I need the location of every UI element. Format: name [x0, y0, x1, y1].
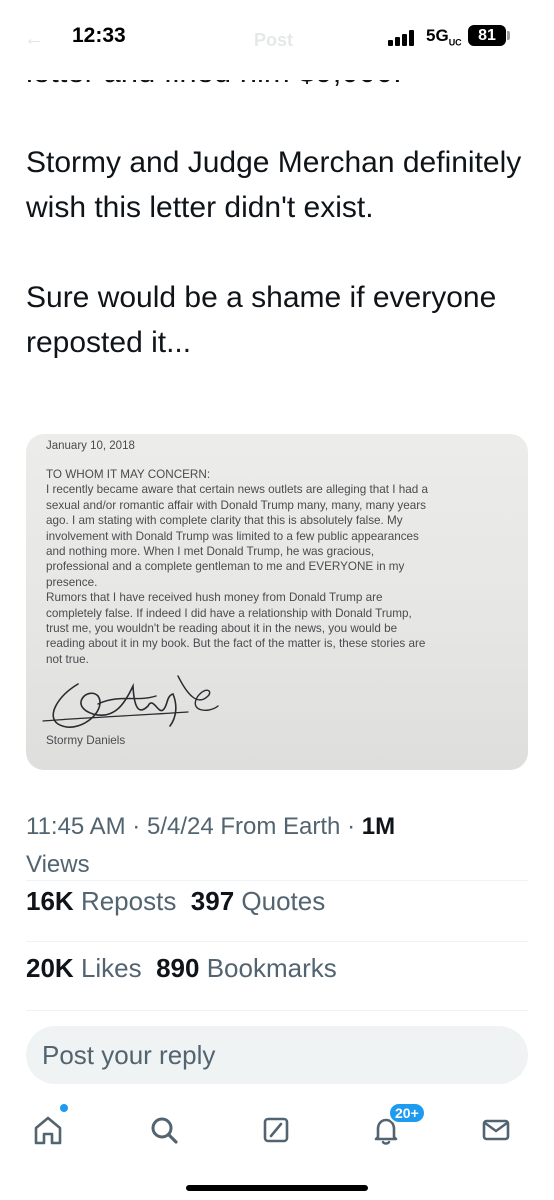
letter-line: professional and a complete gentleman to… — [46, 560, 405, 574]
likes-bookmarks-stats: 20K Likes 890 Bookmarks — [26, 953, 337, 984]
notifications-badge: 20+ — [388, 1102, 426, 1124]
letter-line: involvement with Donald Trump was limite… — [46, 529, 419, 543]
letter-body: TO WHOM IT MAY CONCERN: I recently becam… — [46, 467, 516, 667]
home-icon[interactable] — [28, 1110, 68, 1150]
tweet-meta: 11:45 AM · 5/4/24 From Earth · 1M Views — [26, 808, 526, 884]
letter-line: I recently became aware that certain new… — [46, 483, 429, 497]
meta-separator: · — [347, 813, 356, 840]
letter-signature-name: Stormy Daniels — [46, 734, 126, 747]
letter-line: ago. I am stating with complete clarity … — [46, 514, 403, 528]
network-indicator: 5GUC — [426, 26, 462, 48]
views-count: 1M — [361, 813, 396, 840]
views-label: Views — [26, 851, 90, 878]
grok-icon[interactable] — [256, 1110, 296, 1150]
divider — [26, 880, 528, 881]
repost-quote-stats: 16K Reposts 397 Quotes — [26, 886, 325, 917]
letter-line: sexual and/or romantic affair with Donal… — [46, 498, 427, 512]
messages-icon[interactable] — [476, 1110, 516, 1150]
home-indicator — [186, 1185, 368, 1191]
letter-line: Rumors that I have received hush money f… — [46, 591, 383, 605]
reposts-stat[interactable]: 16K Reposts — [26, 886, 176, 916]
divider — [26, 941, 528, 942]
tweet-paragraph: Stormy and Judge Merchan definitely wish… — [26, 146, 522, 224]
battery-indicator: 81 — [468, 25, 506, 46]
status-bar: ← Post 12:33 5GUC 81 — [0, 0, 554, 80]
letter-line: reading about it in my book. But the fac… — [46, 637, 426, 651]
unread-dot — [60, 1104, 68, 1112]
letter-line: trust me, you wouldn't be reading about … — [46, 622, 398, 636]
letter-date: January 10, 2018 — [46, 440, 135, 452]
tweet-text: Stormy and Judge Merchan definitely wish… — [26, 140, 536, 410]
letter-line: not true. — [46, 652, 89, 666]
quotes-stat[interactable]: 397 Quotes — [191, 886, 325, 916]
bookmarks-stat[interactable]: 890 Bookmarks — [156, 953, 337, 983]
meta-separator: · — [132, 813, 141, 840]
tweet-time[interactable]: 11:45 AM — [26, 813, 126, 840]
header-title: Post — [254, 30, 294, 50]
tweet-media-image[interactable]: January 10, 2018 TO WHOM IT MAY CONCERN:… — [26, 434, 528, 770]
tweet-date[interactable]: 5/4/24 — [147, 813, 214, 840]
letter-line: completely false. If indeed I did have a… — [46, 606, 412, 620]
status-time: 12:33 — [72, 24, 126, 47]
signal-icon — [388, 30, 418, 46]
reply-placeholder: Post your reply — [42, 1040, 216, 1070]
tweet-source: From Earth — [220, 813, 341, 840]
reply-input[interactable]: Post your reply — [26, 1026, 528, 1084]
battery-tip-icon — [507, 31, 510, 40]
tweet-paragraph: Sure would be a shame if everyone repost… — [26, 281, 497, 359]
letter-line: presence. — [46, 575, 98, 589]
letter-document: January 10, 2018 TO WHOM IT MAY CONCERN:… — [46, 440, 516, 667]
letter-line: TO WHOM IT MAY CONCERN: — [46, 468, 211, 481]
divider — [26, 1010, 528, 1011]
letter-line: and nothing more. When I met Donald Trum… — [46, 545, 375, 559]
search-icon[interactable] — [144, 1110, 184, 1150]
back-arrow-icon[interactable]: ← — [24, 28, 44, 51]
likes-stat[interactable]: 20K Likes — [26, 953, 142, 983]
